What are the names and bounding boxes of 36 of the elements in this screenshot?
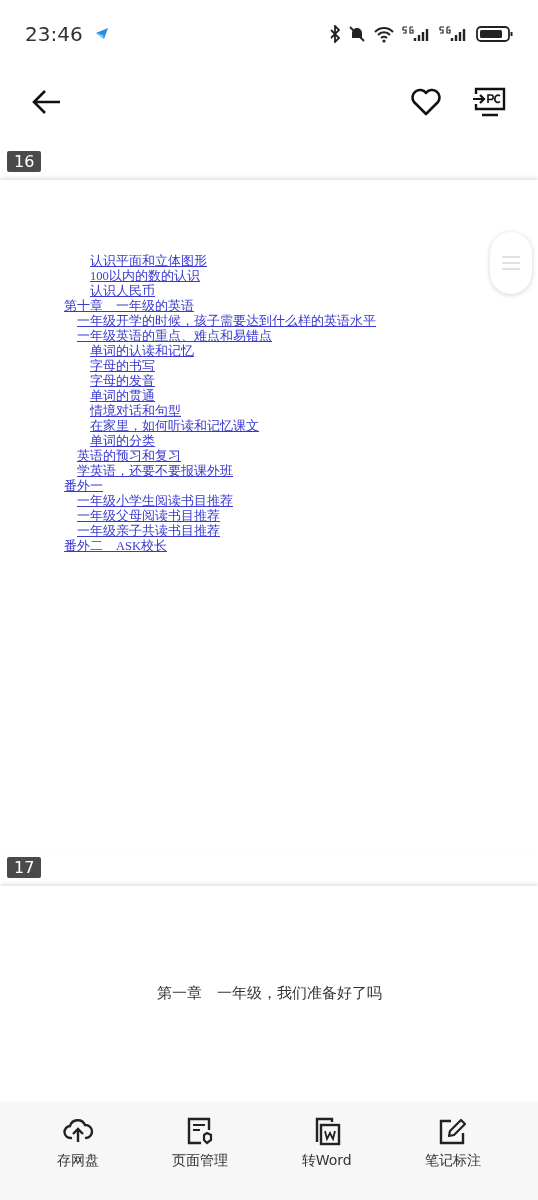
- bluetooth-icon: [329, 25, 341, 43]
- toc-link[interactable]: 单词的分类: [90, 434, 155, 449]
- wifi-icon: [373, 25, 395, 43]
- toc-link[interactable]: 一年级亲子共读书目推荐: [77, 524, 220, 539]
- toc-link[interactable]: 单词的贯通: [90, 389, 155, 404]
- toc-link[interactable]: 一年级父母阅读书目推荐: [77, 509, 220, 524]
- toc-link[interactable]: 一年级开学的时候，孩子需要达到什么样的英语水平: [77, 314, 376, 329]
- toc-link[interactable]: 英语的预习和复习: [77, 449, 181, 464]
- toc-link[interactable]: 情境对话和句型: [90, 404, 181, 419]
- toc-link[interactable]: 一年级英语的重点、难点和易错点: [77, 329, 272, 344]
- toc-link[interactable]: 单词的认读和记忆: [90, 344, 194, 359]
- toolbar-button[interactable]: 存网盘: [48, 1102, 107, 1200]
- back-arrow-icon[interactable]: [32, 89, 62, 115]
- page-number: 17: [7, 857, 42, 878]
- toc-link[interactable]: 第十章 一年级的英语: [64, 299, 194, 314]
- toc-link[interactable]: 一年级小学生阅读书目推荐: [77, 494, 233, 509]
- toc-link[interactable]: 字母的发音: [90, 374, 155, 389]
- toc-link[interactable]: 番外一: [64, 479, 103, 494]
- status-time: 23:46: [25, 22, 83, 46]
- toolbar-button[interactable]: 转Word: [293, 1102, 360, 1200]
- toc-link[interactable]: 100以内的数的认识: [90, 269, 200, 284]
- page-number: 16: [7, 151, 42, 172]
- heart-icon[interactable]: [410, 88, 442, 116]
- send-to-pc-icon[interactable]: [472, 87, 506, 117]
- battery-icon: [476, 25, 514, 43]
- toolbar-button[interactable]: 页面管理: [164, 1102, 237, 1200]
- toc-link[interactable]: 认识平面和立体图形: [90, 254, 207, 269]
- toc-link[interactable]: 认识人民币: [90, 284, 155, 299]
- toc-link[interactable]: 在家里，如何听读和记忆课文: [90, 419, 259, 434]
- toc-link[interactable]: 字母的书写: [90, 359, 155, 374]
- chapter-heading: 第一章 一年级，我们准备好了吗: [155, 984, 383, 1003]
- toc-link[interactable]: 学英语，还要不要报课外班: [77, 464, 233, 479]
- muted-bell-icon: [348, 25, 366, 43]
- toc-link[interactable]: 番外二 ASK校长: [64, 539, 167, 554]
- toolbar-button[interactable]: 笔记标注: [417, 1102, 490, 1200]
- menu-icon: [502, 254, 520, 272]
